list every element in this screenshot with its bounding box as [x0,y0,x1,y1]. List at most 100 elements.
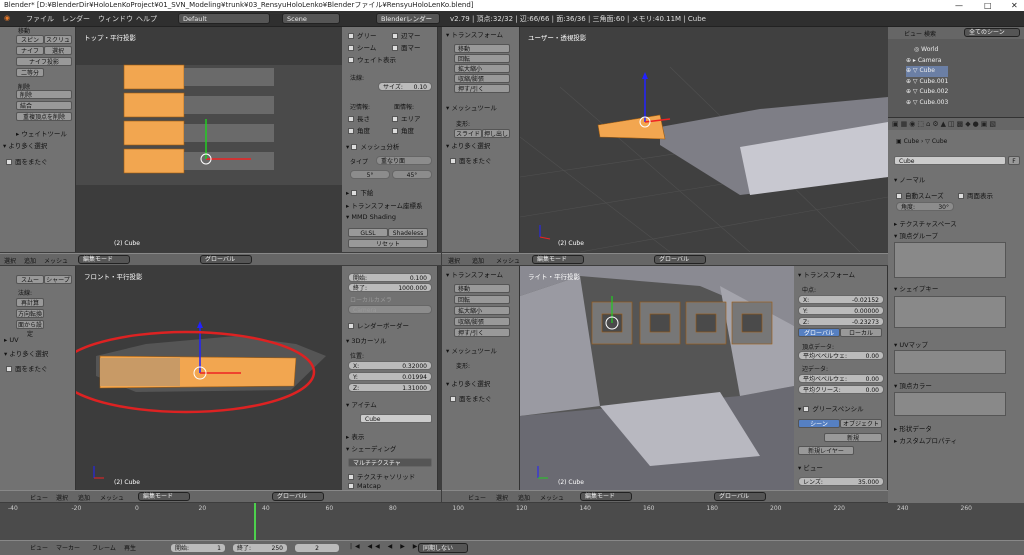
transform-header[interactable]: ▾ トランスフォーム [446,29,503,39]
render-engine-select[interactable]: Blenderレンダー [376,13,440,24]
menu-render[interactable]: レンダー [62,14,90,24]
rotate-button-2[interactable]: 回転 [454,295,510,304]
area-checkbox[interactable]: エリア [392,113,421,123]
shrink-fatten-button-2[interactable]: 収縮/膨張 [454,317,510,326]
face-mark-checkbox[interactable]: 面マー [392,42,421,52]
end-frame-field[interactable]: 250 終了: [232,543,288,553]
tl-marker-menu[interactable]: マーカー [56,543,80,552]
more-select-header-4[interactable]: ▾ より多く選択 [446,378,490,388]
lens-field[interactable]: 35.000 レンズ: [798,477,884,486]
minimize-button[interactable]: — [955,0,963,11]
geometry-data-header[interactable]: ▸ 形状データ [894,423,932,433]
mesh-tools-header[interactable]: ▾ メッシュツール [446,102,497,112]
footer-orientation-select[interactable]: グローバル [272,492,324,501]
rotate-button[interactable]: 回転 [454,54,510,63]
weight-display-checkbox[interactable]: ウェイト表示 [348,54,396,64]
recalculate-button[interactable]: 再計算 [16,298,44,307]
reset-button[interactable]: リセット [348,239,428,248]
analysis-max-field[interactable]: 45° [392,170,432,179]
viewport-top-ortho[interactable]: トップ・平行投影 (2) Cube [76,27,342,252]
clip-start-field[interactable]: 0.100 開始: [348,273,432,282]
more-select-header[interactable]: ▾ より多く選択 [3,140,47,150]
scale-button-2[interactable]: 拡大縮小 [454,306,510,315]
current-frame-marker[interactable] [254,503,256,540]
3d-cursor-header[interactable]: ▾ 3Dカーソル [346,335,386,345]
scale-button[interactable]: 拡大縮小 [454,64,510,73]
gp-object-toggle[interactable]: オブジェクト [840,419,882,428]
item-header[interactable]: ▾ アイテム [346,399,377,409]
shading-header[interactable]: ▾ シェーディング [346,443,396,453]
transform-props-header[interactable]: ▾ トランスフォーム [798,269,855,279]
median-x-field[interactable]: -0.02152 X: [798,295,884,304]
texture-solid-checkbox[interactable]: テクスチャソリッド [348,471,415,481]
blender-icon[interactable]: ◉ [4,14,10,22]
face-adjacent-toggle-4[interactable]: 面をまたぐ [450,393,492,403]
mmd-shading-header[interactable]: ▾ MMD Shading [346,213,396,221]
push-pull-button-2[interactable]: 押す/引く [454,328,510,337]
outliner-item-cube002[interactable]: ⊕ ▽ Cube.002 [906,87,948,98]
face-adjacent-toggle-3[interactable]: 面をまたぐ [6,363,48,373]
spin-button[interactable]: スピン [16,35,44,44]
seams-checkbox[interactable]: シーム [348,42,376,52]
outliner-display-select[interactable]: 全てのシーン [964,28,1020,37]
footer-select-menu-2[interactable]: 選択 [496,493,508,502]
median-y-field[interactable]: 0.00000 Y: [798,306,884,315]
footer-add-menu[interactable]: 追加 [78,493,90,502]
auto-smooth-angle[interactable]: 30° 角度: [896,202,954,211]
custom-properties-header[interactable]: ▸ カスタムプロパティ [894,435,957,445]
orientation-select[interactable]: グローバル [200,255,252,264]
push-pull-button[interactable]: 押す/引く [454,84,510,93]
cursor-z-field[interactable]: 1.31000 Z: [348,383,432,392]
more-select-header-3[interactable]: ▾ より多く選択 [4,348,48,358]
uv-maps-list[interactable] [894,350,1006,374]
gp-new-button[interactable]: 新規 [824,433,882,442]
global-toggle[interactable]: グローバル [798,328,840,337]
menu-file[interactable]: ファイル [26,14,54,24]
render-border-checkbox[interactable]: レンダーボーダー [348,320,409,330]
footer-view-menu[interactable]: ビュー [30,493,48,502]
menu-help[interactable]: ヘルプ [136,14,157,24]
footer-view-menu-2[interactable]: ビュー [468,493,486,502]
normals-header[interactable]: ▾ ノーマル [894,174,925,184]
shape-keys-header[interactable]: ▾ シェイプキー [894,283,938,293]
sharp-button[interactable]: シャープ [44,275,72,284]
fake-user-button[interactable]: F [1008,156,1020,165]
angle-checkbox[interactable]: 角度 [348,125,370,135]
glsl-button[interactable]: GLSL [348,228,388,237]
texture-space-header[interactable]: ▸ テクスチャスペース [894,218,957,228]
mode-select[interactable]: 編集モード [78,255,130,264]
outliner-item-cube001[interactable]: ⊕ ▽ Cube.001 [906,77,948,88]
mesh-analysis-header[interactable]: ▾ メッシュ分析 [346,141,399,151]
header-select-menu[interactable]: 選択 [4,256,16,265]
matcap-checkbox[interactable]: Matcap [348,482,381,490]
viewport-front-ortho[interactable]: フロント・平行投影 (2) Cube [76,266,342,490]
header-add-menu-2[interactable]: 追加 [472,256,484,265]
auto-smooth-checkbox[interactable]: 自動スムーズ [896,190,944,200]
display-header[interactable]: ▸ 表示 [346,431,364,441]
mode-select-2[interactable]: 編集モード [532,255,584,264]
orientation-select-2[interactable]: グローバル [654,255,706,264]
maximize-button[interactable]: □ [984,0,992,11]
shading-mode-select[interactable]: マルチテクスチャ [348,458,432,467]
overlay-checkbox-2[interactable]: 辺マー [392,30,421,40]
translate-button-2[interactable]: 移動 [454,284,510,293]
local-toggle[interactable]: ローカル [840,328,882,337]
more-select-header-2[interactable]: ▾ より多く選択 [446,140,490,150]
uv-maps-header[interactable]: ▾ UVマップ [894,339,928,349]
header-select-menu-2[interactable]: 選択 [448,256,460,265]
transform-header-2[interactable]: ▾ トランスフォーム [446,269,503,279]
outliner-item-cube003[interactable]: ⊕ ▽ Cube.003 [906,98,948,109]
extrude-button[interactable]: 押し出し [482,129,510,138]
face-angle-checkbox[interactable]: 角度 [392,125,414,135]
cursor-x-field[interactable]: 0.32000 X: [348,361,432,370]
current-frame-field[interactable]: 2 [294,543,340,553]
outliner-search-menu[interactable]: 検索 [924,29,936,38]
vertex-groups-header[interactable]: ▾ 頂点グループ [894,230,938,240]
smooth-button[interactable]: スムー [16,275,44,284]
analysis-min-field[interactable]: 5° [350,170,390,179]
outliner-view-menu[interactable]: ビュー [904,29,922,38]
edge-bevel-weight-field[interactable]: 0.00 平均ベベルウェ: [798,374,884,383]
length-checkbox[interactable]: 長さ [348,113,370,123]
footer-mesh-menu-2[interactable]: メッシュ [540,493,564,502]
item-name-field[interactable]: Cube [360,414,432,423]
